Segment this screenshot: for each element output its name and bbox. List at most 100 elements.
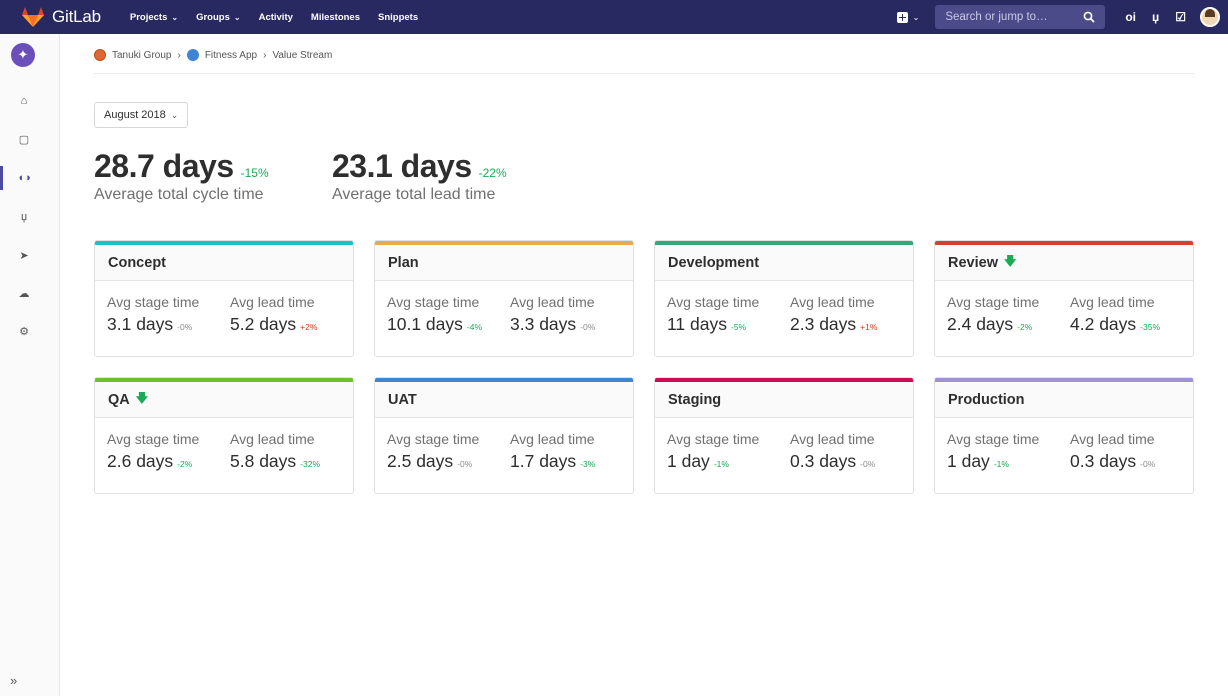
lead-time-metric: Avg lead time 5.2 days +2% [230,294,353,335]
navbar-right: ⌄ Search or jump to… оі џ ☑ [896,0,1228,34]
stage-card-header: Development [655,245,913,281]
nav-milestones[interactable]: Milestones [302,12,369,23]
stage-time-value: 1 day [667,451,710,471]
cycle-time-value: 28.7 days [94,148,234,184]
stage-card-review[interactable]: Review 🡇 Avg stage time 2.4 days -2% Avg … [934,240,1194,357]
search-input[interactable]: Search or jump to… [935,5,1106,29]
stage-card-production[interactable]: Production Avg stage time 1 day -1% Avg l… [934,377,1194,494]
stage-card-concept[interactable]: Concept Avg stage time 3.1 days -0% Avg l… [94,240,354,357]
plus-square-icon [896,11,908,23]
lead-time-metric: Avg lead time 1.7 days -3% [510,431,633,472]
stage-time-label: Avg stage time [107,294,200,310]
stage-metrics: Avg stage time 2.4 days -2% Avg lead time… [935,281,1193,335]
collapse-sidebar-icon[interactable]: » [10,673,17,688]
stage-time-delta: -0% [177,322,193,332]
stage-time-label: Avg stage time [107,431,200,447]
stage-card-header: Staging [655,382,913,418]
stage-time-metric: Avg stage time 3.1 days -0% [107,294,230,335]
stage-time-metric: Avg stage time 1 day -1% [667,431,790,472]
lead-time-label: Avg lead time [510,294,595,310]
stage-metrics: Avg stage time 1 day -1% Avg lead time 0.… [655,418,913,472]
stage-time-row: 2.5 days -0% [387,451,510,472]
new-item-dropdown[interactable]: ⌄ [896,11,919,23]
lead-time-row: 1.7 days -3% [510,451,633,472]
cycle-time-label: Average total cycle time [94,186,264,203]
lead-time-row: 0.3 days -0% [790,451,913,472]
lead-time-value: 1.7 days [510,451,577,471]
operations-icon[interactable]: ☁ [14,284,34,302]
nav-activity[interactable]: Activity [250,12,302,23]
lead-time-value: 0.3 days [1070,451,1137,471]
lead-time-delta: -32% [300,459,320,469]
stage-card-development[interactable]: Development Avg stage time 11 days -5% Av… [654,240,914,357]
stage-metrics: Avg stage time 1 day -1% Avg lead time 0.… [935,418,1193,472]
project-avatar-small [186,49,199,61]
nav-activity-label: Activity [258,11,293,23]
stage-name: Concept [108,254,166,271]
stage-time-delta: -4% [466,322,483,332]
top-navbar: GitLab Projects ⌄ Groups ⌄ Activity Milest… [0,0,1228,34]
breadcrumb-page[interactable]: Value Stream [272,50,332,61]
nav-projects[interactable]: Projects ⌄ [121,12,187,23]
lead-time-metric: Avg lead time 0.3 days -0% [790,431,913,472]
rocket-icon[interactable]: ➤ [14,246,34,264]
breadcrumb-project[interactable]: Fitness App [205,50,257,61]
lead-time-delta: -0% [580,322,596,332]
stage-time-metric: Avg stage time 10.1 days -4% [387,294,510,335]
stage-time-row: 11 days -5% [667,314,790,335]
stage-name: Development [668,254,760,271]
stage-time-delta: -1% [993,459,1009,469]
lead-time-row: 0.3 days -0% [1070,451,1193,472]
stage-time-row: 2.4 days -2% [947,314,1070,335]
lead-time-row: 5.8 days -32% [230,451,353,472]
repository-icon[interactable]: ▢ [14,130,34,148]
lead-time-metric: Avg lead time 4.2 days -35% [1070,294,1193,335]
lead-time-value: 4.2 days [1070,314,1137,334]
main-nav: Projects ⌄ Groups ⌄ Activity Milestones Sn… [121,12,427,23]
cycle-time-delta: -15% [240,166,269,180]
period-dropdown[interactable]: August 2018 ⌄ [94,102,189,128]
group-avatar [94,49,106,61]
stage-time-value: 10.1 days [387,314,463,334]
stage-card-uat[interactable]: UAT Avg stage time 2.5 days -0% Avg lead … [374,377,634,494]
period-label: August 2018 [104,109,166,121]
issues-icon[interactable]: оі [1125,10,1136,24]
stage-name: Staging [668,391,722,408]
lead-time-delta: -0% [860,459,876,469]
stage-time-value: 1 day [947,451,990,471]
merge-requests-icon[interactable]: џ [14,208,34,226]
arrow-down-icon: 🡇 [135,391,149,405]
lead-time-label: Avg lead time [790,294,875,310]
lead-time-label: Avg lead time [1070,431,1155,447]
nav-snippets[interactable]: Snippets [369,12,427,23]
stage-time-delta: -2% [177,459,193,469]
lead-time-delta: -22% [478,166,507,180]
stage-name: Plan [388,254,419,271]
nav-groups[interactable]: Groups ⌄ [187,12,249,23]
stage-card-qa[interactable]: QA 🡇 Avg stage time 2.6 days -2% Avg lead… [94,377,354,494]
stage-time-label: Avg stage time [387,294,480,310]
merge-requests-icon[interactable]: џ [1152,10,1159,24]
gitlab-home-link[interactable]: GitLab [20,6,101,28]
stage-card-header: Plan [375,245,633,281]
main-content: Tanuki Group › Fitness App › Value Strea… [60,34,1228,696]
stage-metrics: Avg stage time 2.6 days -2% Avg lead time… [95,418,353,472]
todos-icon[interactable]: ☑ [1175,10,1186,24]
gear-icon[interactable]: ⚙ [14,322,34,340]
stage-card-header: Production [935,382,1193,418]
stage-time-row: 1 day -1% [947,451,1070,472]
breadcrumb-group[interactable]: Tanuki Group [112,50,171,61]
project-avatar[interactable]: ✦ [11,43,35,67]
stage-time-delta: -2% [1017,322,1033,332]
home-icon[interactable]: ⌂ [14,92,34,110]
stage-card-plan[interactable]: Plan Avg stage time 10.1 days -4% Avg lea… [374,240,634,357]
lead-time-row: 2.3 days +1% [790,314,913,335]
issues-icon[interactable]: ◖◑ [14,169,34,187]
project-sidebar: ✦ ⌂ ▢ ◖◑ џ ➤ ☁ ⚙ » [0,34,60,696]
user-avatar[interactable] [1200,7,1220,27]
stage-metrics: Avg stage time 11 days -5% Avg lead time … [655,281,913,335]
lead-time-label: Avg lead time [1070,294,1155,310]
stage-card-staging[interactable]: Staging Avg stage time 1 day -1% Avg lead… [654,377,914,494]
search-placeholder: Search or jump to… [945,11,1048,23]
chevron-right-icon: › [263,49,267,61]
